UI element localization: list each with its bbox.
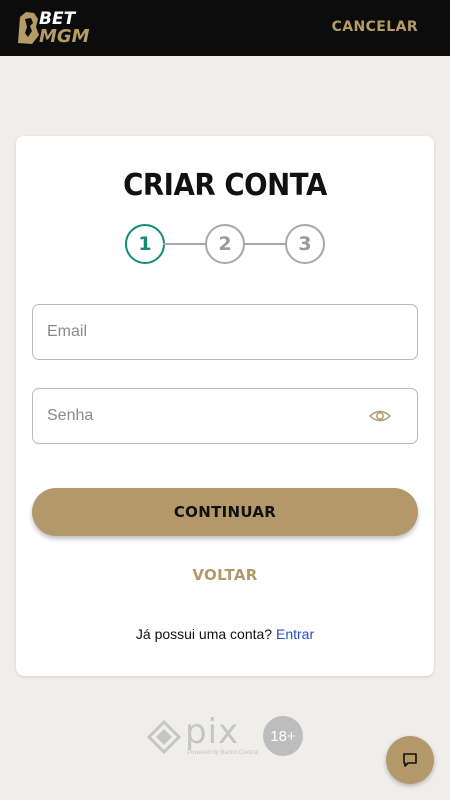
- page-title: CRIAR CONTA: [123, 168, 327, 203]
- password-field: [32, 388, 418, 444]
- email-input[interactable]: [47, 305, 357, 359]
- eye-icon[interactable]: [369, 407, 391, 425]
- signup-card: CRIAR CONTA 1 2 3 CONTINUAR VOLTAR Já po…: [16, 136, 434, 676]
- lion-icon: [18, 12, 39, 44]
- pix-wordmark: pix: [185, 712, 240, 752]
- logo-mgm-text: MGM: [39, 26, 90, 47]
- step-2: 2: [205, 224, 245, 264]
- pix-logo: pix Powered by Banco Central: [147, 712, 258, 760]
- password-input[interactable]: [47, 389, 357, 443]
- cancel-button[interactable]: CANCELAR: [332, 19, 418, 35]
- age-restriction-badge: 18+: [263, 716, 303, 756]
- back-button[interactable]: VOLTAR: [16, 566, 434, 584]
- step-3: 3: [285, 224, 325, 264]
- betmgm-logo[interactable]: BET MGM: [16, 9, 98, 49]
- step-connector: [163, 243, 205, 245]
- pix-diamond-icon: [147, 720, 181, 754]
- step-1: 1: [125, 224, 165, 264]
- login-prompt-row: Já possui uma conta? Entrar: [16, 626, 434, 642]
- continue-button[interactable]: CONTINUAR: [32, 488, 418, 536]
- logo-wordmark: BET MGM: [39, 11, 90, 47]
- top-bar: BET MGM CANCELAR: [0, 0, 450, 56]
- step-connector: [243, 243, 285, 245]
- chat-icon: [403, 753, 417, 767]
- chat-button[interactable]: [386, 736, 434, 784]
- login-link[interactable]: Entrar: [276, 626, 314, 642]
- email-field: [32, 304, 418, 360]
- login-prompt-text: Já possui uma conta?: [135, 626, 273, 642]
- step-indicator: 1 2 3: [125, 224, 325, 264]
- pix-tagline: Powered by Banco Central: [187, 750, 259, 756]
